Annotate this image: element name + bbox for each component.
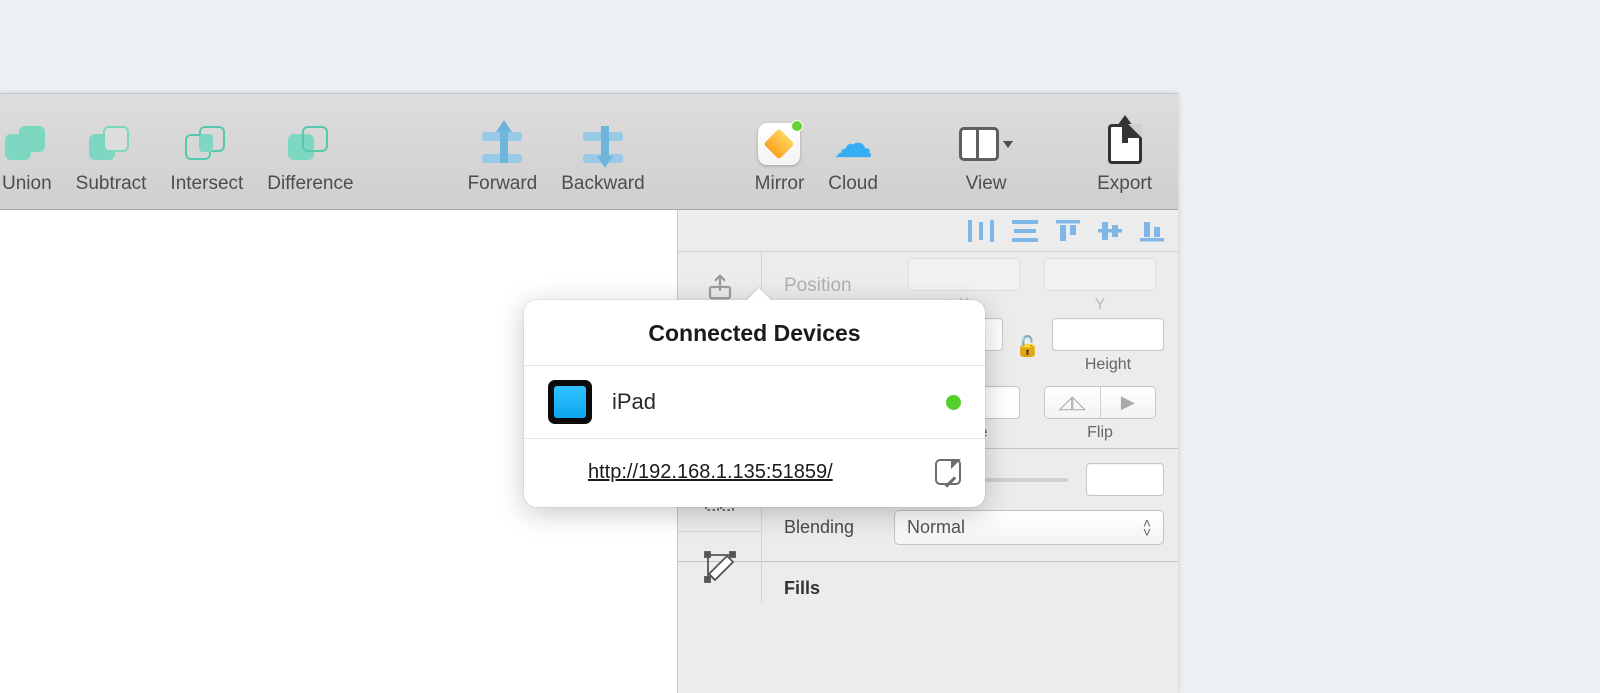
bring-forward-icon bbox=[479, 124, 525, 164]
tool-export-label: Export bbox=[1097, 173, 1152, 195]
mirror-url-link[interactable]: http://192.168.1.135:51859/ bbox=[588, 461, 833, 484]
tool-view-label: View bbox=[966, 173, 1007, 195]
tool-intersect[interactable]: Intersect bbox=[158, 94, 255, 209]
tool-backward[interactable]: Backward bbox=[549, 94, 656, 209]
flip-caption: Flip bbox=[1087, 424, 1113, 442]
tool-backward-label: Backward bbox=[561, 173, 644, 195]
mirror-icon bbox=[758, 123, 800, 165]
tool-view[interactable]: View bbox=[947, 94, 1025, 209]
union-icon bbox=[5, 126, 49, 162]
tool-difference[interactable]: Difference bbox=[255, 94, 365, 209]
chevron-down-icon bbox=[1003, 141, 1013, 148]
tool-forward-label: Forward bbox=[468, 173, 538, 195]
difference-icon bbox=[288, 126, 332, 162]
alignment-toolbar bbox=[678, 210, 1178, 252]
tool-export[interactable]: Export bbox=[1085, 94, 1164, 209]
distribute-vertical-icon[interactable] bbox=[1012, 220, 1038, 242]
mirror-popover: Connected Devices iPad http://192.168.1.… bbox=[524, 300, 985, 507]
tool-difference-label: Difference bbox=[267, 173, 353, 195]
open-external-icon[interactable] bbox=[935, 459, 961, 485]
app-window: Union Subtract Intersect Difference Forw… bbox=[0, 93, 1178, 693]
position-y-caption: Y bbox=[1095, 296, 1106, 314]
position-x-input[interactable] bbox=[908, 258, 1020, 291]
lock-aspect-icon[interactable]: 🔓 bbox=[1003, 334, 1052, 359]
tool-cloud-label: Cloud bbox=[828, 173, 878, 195]
select-chevron-icon: ˄˅ bbox=[1143, 519, 1151, 536]
toolbar: Union Subtract Intersect Difference Forw… bbox=[0, 93, 1178, 210]
export-icon bbox=[1108, 124, 1142, 164]
view-panel-icon bbox=[959, 127, 999, 161]
align-top-icon[interactable] bbox=[1056, 220, 1080, 242]
intersect-icon bbox=[185, 126, 229, 162]
tool-mirror[interactable]: Mirror bbox=[743, 94, 817, 209]
tool-union-label: Union bbox=[2, 173, 52, 195]
blending-label: Blending bbox=[784, 517, 894, 538]
mode-vector-edit[interactable] bbox=[678, 532, 761, 602]
distribute-horizontal-icon[interactable] bbox=[968, 220, 994, 242]
height-input[interactable] bbox=[1052, 318, 1164, 351]
blending-select[interactable]: Normal ˄˅ bbox=[894, 510, 1164, 545]
ipad-icon bbox=[548, 380, 592, 424]
blending-value: Normal bbox=[907, 517, 965, 538]
tool-subtract-label: Subtract bbox=[76, 173, 147, 195]
device-status-dot bbox=[946, 395, 961, 410]
cloud-upload-icon: ☁ bbox=[833, 124, 873, 164]
subtract-icon bbox=[89, 126, 133, 162]
flip-vertical-button[interactable]: ▶ bbox=[1101, 387, 1156, 418]
position-y-input[interactable] bbox=[1044, 258, 1156, 291]
device-row[interactable]: iPad bbox=[524, 366, 985, 439]
tool-subtract[interactable]: Subtract bbox=[64, 94, 159, 209]
align-middle-v-icon[interactable] bbox=[1098, 220, 1122, 242]
tool-forward[interactable]: Forward bbox=[456, 94, 550, 209]
tool-cloud[interactable]: ☁ Cloud bbox=[816, 94, 890, 209]
opacity-input[interactable] bbox=[1086, 463, 1164, 496]
flip-horizontal-button[interactable]: ◿◺ bbox=[1045, 387, 1101, 418]
device-name: iPad bbox=[612, 389, 656, 415]
tool-union[interactable]: Union bbox=[0, 94, 64, 209]
tool-mirror-label: Mirror bbox=[755, 173, 805, 195]
send-backward-icon bbox=[580, 124, 626, 164]
tool-intersect-label: Intersect bbox=[170, 173, 243, 195]
popover-title: Connected Devices bbox=[524, 300, 985, 366]
mirror-connected-dot bbox=[791, 120, 803, 132]
flip-buttons: ◿◺ ▶ bbox=[1044, 386, 1156, 419]
height-caption: Height bbox=[1085, 356, 1131, 374]
position-label: Position bbox=[784, 275, 908, 297]
align-bottom-icon[interactable] bbox=[1140, 220, 1164, 242]
